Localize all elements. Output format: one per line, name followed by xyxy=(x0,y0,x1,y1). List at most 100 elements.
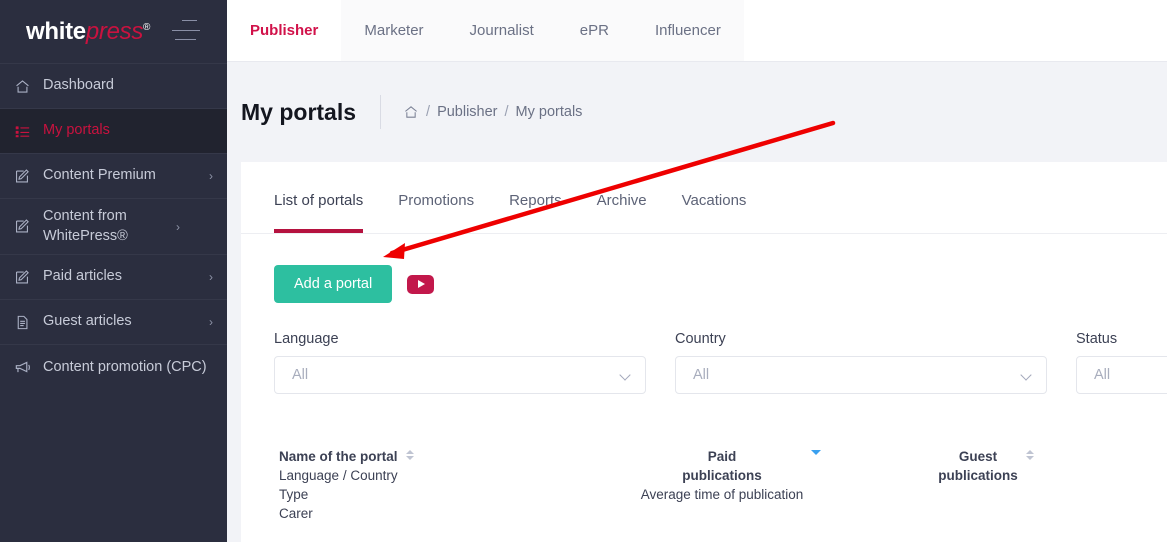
sort-arrow-down xyxy=(405,456,414,460)
youtube-play-icon[interactable] xyxy=(407,274,435,294)
sidebar-logo[interactable]: whitepress® xyxy=(0,0,227,63)
column-title: publications xyxy=(938,468,1018,484)
hamburger-collapse-icon[interactable] xyxy=(172,20,200,40)
column-subtitle: Carer xyxy=(279,506,313,522)
app-root: whitepress® Dashboard My portals Content… xyxy=(0,0,1167,542)
sidebar-item-label: Content from WhitePress® xyxy=(43,208,128,244)
table-column-guest-publications[interactable]: Guest publications xyxy=(881,447,1091,524)
sidebar-item-label: Paid articles xyxy=(43,268,122,285)
page-title: My portals xyxy=(241,98,357,125)
sort-arrow-up xyxy=(405,450,414,454)
edit-square-icon xyxy=(14,168,40,185)
sidebar-item-guest-articles[interactable]: Guest articles › xyxy=(0,300,227,346)
brand-logo: whitepress® xyxy=(26,18,150,46)
brand-logo-part2: press xyxy=(85,17,144,45)
sort-arrow-up xyxy=(1025,450,1034,454)
hamburger-line-1 xyxy=(182,20,197,21)
portals-card: List of portals Promotions Reports Archi… xyxy=(241,162,1167,542)
sort-both-icon[interactable] xyxy=(1025,447,1034,460)
home-icon[interactable] xyxy=(403,104,419,120)
top-tab-publisher[interactable]: Publisher xyxy=(227,0,342,61)
tab-reports[interactable]: Reports xyxy=(509,192,562,233)
chevron-right-icon: › xyxy=(209,169,213,183)
country-select[interactable]: All xyxy=(675,356,1047,394)
filter-row: Language All Country All Status All xyxy=(241,303,1167,394)
sort-arrow-down xyxy=(811,450,822,455)
sidebar-item-dashboard[interactable]: Dashboard xyxy=(0,64,227,109)
column-header-lines: Guest publications xyxy=(938,447,1018,485)
top-tab-label: Publisher xyxy=(250,22,319,39)
chevron-right-icon: › xyxy=(209,270,213,285)
card-tab-bar: List of portals Promotions Reports Archi… xyxy=(241,162,1167,234)
tab-archive[interactable]: Archive xyxy=(597,192,647,233)
tab-vacations[interactable]: Vacations xyxy=(682,192,747,233)
breadcrumb-item-my-portals[interactable]: My portals xyxy=(516,104,583,120)
filter-label: Status xyxy=(1076,331,1118,347)
header-divider xyxy=(380,95,382,129)
sidebar-item-my-portals[interactable]: My portals xyxy=(0,109,227,154)
home-icon xyxy=(14,78,40,95)
sort-both-icon[interactable] xyxy=(405,447,414,460)
hamburger-line-3 xyxy=(175,39,196,40)
chevron-down-icon xyxy=(621,370,632,381)
sidebar-item-paid-articles[interactable]: Paid articles › xyxy=(0,255,227,301)
table-header-row: Name of the portal Language / Country Ty… xyxy=(241,394,1167,524)
filter-status: Status All xyxy=(1076,331,1167,394)
top-tab-epr[interactable]: ePR xyxy=(556,0,632,61)
tab-label: Archive xyxy=(596,192,647,209)
chevron-right-icon: › xyxy=(176,219,180,234)
edit-square-icon xyxy=(14,218,40,235)
play-triangle xyxy=(418,280,426,288)
hamburger-line-2 xyxy=(172,29,200,31)
status-select[interactable]: All xyxy=(1076,356,1167,394)
top-tab-journalist[interactable]: Journalist xyxy=(446,0,557,61)
tab-label: Reports xyxy=(509,192,562,209)
megaphone-icon xyxy=(14,359,40,377)
tab-label: Vacations xyxy=(681,192,747,209)
sort-arrow-down xyxy=(1025,456,1034,460)
filter-label: Country xyxy=(675,331,726,347)
document-icon xyxy=(14,314,40,331)
column-title: Name of the portal xyxy=(279,449,398,464)
tab-label: List of portals xyxy=(274,192,364,209)
edit-square-icon xyxy=(14,269,40,286)
sidebar-item-content-premium[interactable]: Content Premium › xyxy=(0,154,227,199)
sort-desc-icon[interactable] xyxy=(811,447,822,455)
breadcrumb: / Publisher / My portals xyxy=(403,104,582,120)
table-column-name-of-the-portal[interactable]: Name of the portal Language / Country Ty… xyxy=(241,447,581,524)
filter-language: Language All xyxy=(274,331,646,394)
brand-logo-registered: ® xyxy=(143,21,151,33)
column-subtitle: Language / Country xyxy=(279,468,398,484)
tab-label: Promotions xyxy=(398,192,475,209)
card-actions: Add a portal xyxy=(241,234,1167,303)
brand-logo-part1: white xyxy=(26,17,86,45)
sidebar-item-label: Dashboard xyxy=(43,77,114,94)
top-tab-marketer[interactable]: Marketer xyxy=(341,0,447,61)
column-header-lines: Paid publications Average time of public… xyxy=(641,447,804,504)
add-portal-button[interactable]: Add a portal xyxy=(274,265,393,303)
top-tab-label: Journalist xyxy=(469,22,534,39)
country-select-value: All xyxy=(693,367,710,383)
sidebar-item-label: Content promotion (CPC) xyxy=(43,358,207,375)
filter-label: Language xyxy=(274,331,339,347)
sidebar-nav: Dashboard My portals Content Premium › C… xyxy=(0,63,227,390)
breadcrumb-item-publisher[interactable]: Publisher xyxy=(437,104,497,120)
sidebar: whitepress® Dashboard My portals Content… xyxy=(0,0,227,542)
column-subtitle: Type xyxy=(279,487,309,503)
main-area: Publisher Marketer Journalist ePR Influe… xyxy=(227,0,1167,542)
sidebar-item-content-promotion-cpc[interactable]: Content promotion (CPC) xyxy=(0,345,227,390)
tab-promotions[interactable]: Promotions xyxy=(398,192,474,233)
top-nav-bar: Publisher Marketer Journalist ePR Influe… xyxy=(227,0,1167,62)
sidebar-item-label: Content Premium xyxy=(43,167,156,184)
top-nav-filler xyxy=(743,0,1167,61)
column-header-lines: Name of the portal Language / Country Ty… xyxy=(279,447,398,524)
sidebar-item-content-from-whitepress[interactable]: Content from WhitePress® › xyxy=(0,199,227,256)
status-select-value: All xyxy=(1094,367,1111,383)
tab-list-of-portals[interactable]: List of portals xyxy=(274,192,364,233)
breadcrumb-separator: / xyxy=(504,104,509,120)
top-tab-influencer[interactable]: Influencer xyxy=(631,0,744,61)
table-column-paid-publications[interactable]: Paid publications Average time of public… xyxy=(581,447,881,524)
language-select[interactable]: All xyxy=(274,356,646,394)
breadcrumb-separator: / xyxy=(426,104,431,120)
sidebar-item-label: My portals xyxy=(43,122,110,139)
